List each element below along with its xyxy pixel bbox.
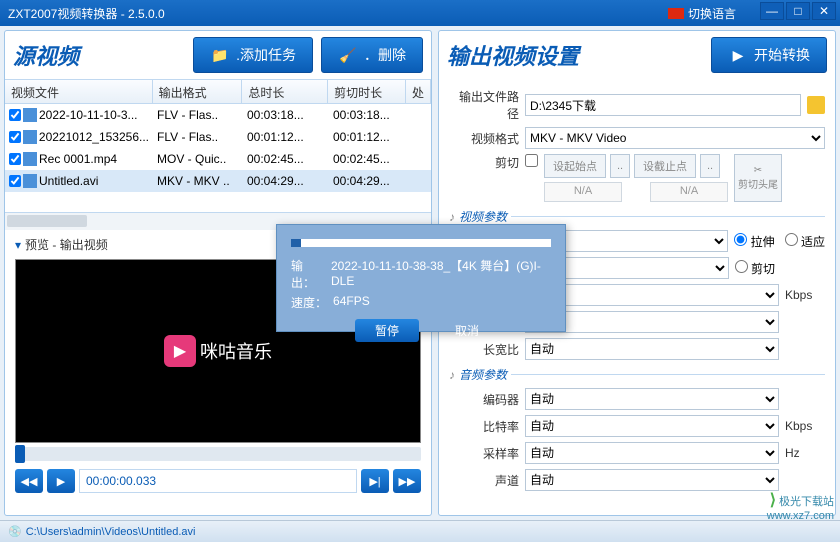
channel-select[interactable]: 自动 <box>525 469 779 491</box>
migu-icon: ▶ <box>164 335 196 367</box>
samplerate-label: 采样率 <box>449 445 519 462</box>
table-row[interactable]: Rec 0001.mp4 MOV - Quic.. 00:02:45... 00… <box>5 148 431 170</box>
app-title: ZXT2007视频转换器 - 2.5.0.0 <box>4 5 668 22</box>
minimize-button[interactable]: — <box>760 2 784 20</box>
source-title: 源视频 <box>13 39 185 71</box>
cut-checkbox[interactable] <box>525 154 538 167</box>
flag-icon <box>668 8 684 19</box>
output-path-label: 输出文件路径 <box>449 88 519 122</box>
channel-label: 声道 <box>449 472 519 489</box>
out-label: 输出： <box>291 257 325 291</box>
encoder-select[interactable]: 自动 <box>525 388 779 410</box>
out-file: 2022-10-11-10-38-38_【4K 舞台】(G)I-DLE <box>331 257 551 291</box>
slider-thumb[interactable] <box>15 445 25 463</box>
video-file-icon <box>23 174 37 188</box>
bitrate-label: 比特率 <box>449 418 519 435</box>
video-format-label: 视频格式 <box>449 130 519 147</box>
scissors-icon: ✂ <box>754 165 762 176</box>
delete-label: ．删除 <box>364 45 406 65</box>
col-duration[interactable]: 总时长 <box>242 80 328 103</box>
end-na: N/A <box>650 182 728 202</box>
lang-switch-button[interactable]: 切换语言 <box>668 5 736 22</box>
end-dots-button[interactable]: .. <box>700 154 720 178</box>
start-convert-button[interactable]: ▶ 开始转换 <box>711 37 827 73</box>
table-row[interactable]: Untitled.avi MKV - MKV .. 00:04:29... 00… <box>5 170 431 192</box>
maximize-button[interactable]: □ <box>786 2 810 20</box>
stretch-radio[interactable]: 拉伸 <box>734 233 774 250</box>
row-checkbox[interactable] <box>9 131 21 143</box>
seek-slider[interactable] <box>15 447 421 461</box>
video-format-select[interactable]: MKV - MKV Video <box>525 127 825 149</box>
video-params-section: 视频参数 <box>449 208 825 225</box>
table-row[interactable]: 2022-10-11-10-3... FLV - Flas.. 00:03:18… <box>5 104 431 126</box>
delete-button[interactable]: 🧹 ．删除 <box>321 37 423 73</box>
col-cut[interactable]: 剪切时长 <box>328 80 406 103</box>
play-button[interactable]: ▶ <box>47 469 75 493</box>
row-checkbox[interactable] <box>9 109 21 121</box>
samplerate-select[interactable]: 自动 <box>525 442 779 464</box>
status-path: C:\Users\admin\Videos\Untitled.avi <box>26 526 196 538</box>
audio-bitrate-select[interactable]: 自动 <box>525 415 779 437</box>
preview-watermark: ▶ 咪咕音乐 <box>164 335 272 367</box>
video-file-icon <box>23 108 37 122</box>
cut-head-tail-button[interactable]: ✂ 剪切头尾 <box>734 154 782 202</box>
progress-bar <box>291 239 551 247</box>
pause-button[interactable]: 暂停 <box>355 319 419 342</box>
output-path-input[interactable] <box>525 94 801 116</box>
aspect-label: 长宽比 <box>449 341 519 358</box>
close-button[interactable]: ✕ <box>812 2 836 20</box>
speed-label: 速度： <box>291 294 327 311</box>
prev-button[interactable]: ◀◀ <box>15 469 43 493</box>
folder-icon: 📁 <box>210 45 230 65</box>
browse-folder-icon[interactable] <box>807 96 825 114</box>
start-dots-button[interactable]: .. <box>610 154 630 178</box>
disc-icon: 💿 <box>8 525 22 538</box>
broom-icon: 🧹 <box>338 45 358 65</box>
next-button[interactable]: ▶▶ <box>393 469 421 493</box>
file-table: 视频文件 输出格式 总时长 剪切时长 处 2022-10-11-10-3... … <box>5 79 431 212</box>
titlebar: ZXT2007视频转换器 - 2.5.0.0 切换语言 — □ ✕ <box>0 0 840 26</box>
row-checkbox[interactable] <box>9 153 21 165</box>
crop-radio[interactable]: 剪切 <box>735 260 775 277</box>
output-title: 输出视频设置 <box>447 39 711 71</box>
cut-label: 剪切 <box>449 154 519 171</box>
add-task-label: .添加任务 <box>236 45 296 65</box>
cancel-button[interactable]: 取消 <box>447 319 487 342</box>
speed-value: 64FPS <box>333 294 370 311</box>
video-file-icon <box>23 130 37 144</box>
set-start-button[interactable]: 设起始点 <box>544 154 606 178</box>
start-na: N/A <box>544 182 622 202</box>
lang-switch-label: 切换语言 <box>688 5 736 22</box>
set-end-button[interactable]: 设截止点 <box>634 154 696 178</box>
aspect-select[interactable]: 自动 <box>525 338 779 360</box>
video-file-icon <box>23 152 37 166</box>
col-format[interactable]: 输出格式 <box>153 80 243 103</box>
row-checkbox[interactable] <box>9 175 21 187</box>
statusbar: 💿 C:\Users\admin\Videos\Untitled.avi <box>0 520 840 542</box>
stop-button[interactable]: ▶| <box>361 469 389 493</box>
convert-icon: ▶ <box>728 45 748 65</box>
progress-dialog: 输出：2022-10-11-10-38-38_【4K 舞台】(G)I-DLE 速… <box>276 224 566 332</box>
fit-radio[interactable]: 适应 <box>785 233 825 250</box>
col-process[interactable]: 处 <box>406 80 431 103</box>
add-task-button[interactable]: 📁 .添加任务 <box>193 37 313 73</box>
time-display: 00:00:00.033 <box>79 469 357 493</box>
col-file[interactable]: 视频文件 <box>5 80 153 103</box>
table-row[interactable]: 20221012_153256... FLV - Flas.. 00:01:12… <box>5 126 431 148</box>
audio-params-section: 音频参数 <box>449 366 825 383</box>
encoder-label: 编码器 <box>449 391 519 408</box>
watermark: ⟩ 极光下载站 www.xz7.com <box>767 490 834 522</box>
